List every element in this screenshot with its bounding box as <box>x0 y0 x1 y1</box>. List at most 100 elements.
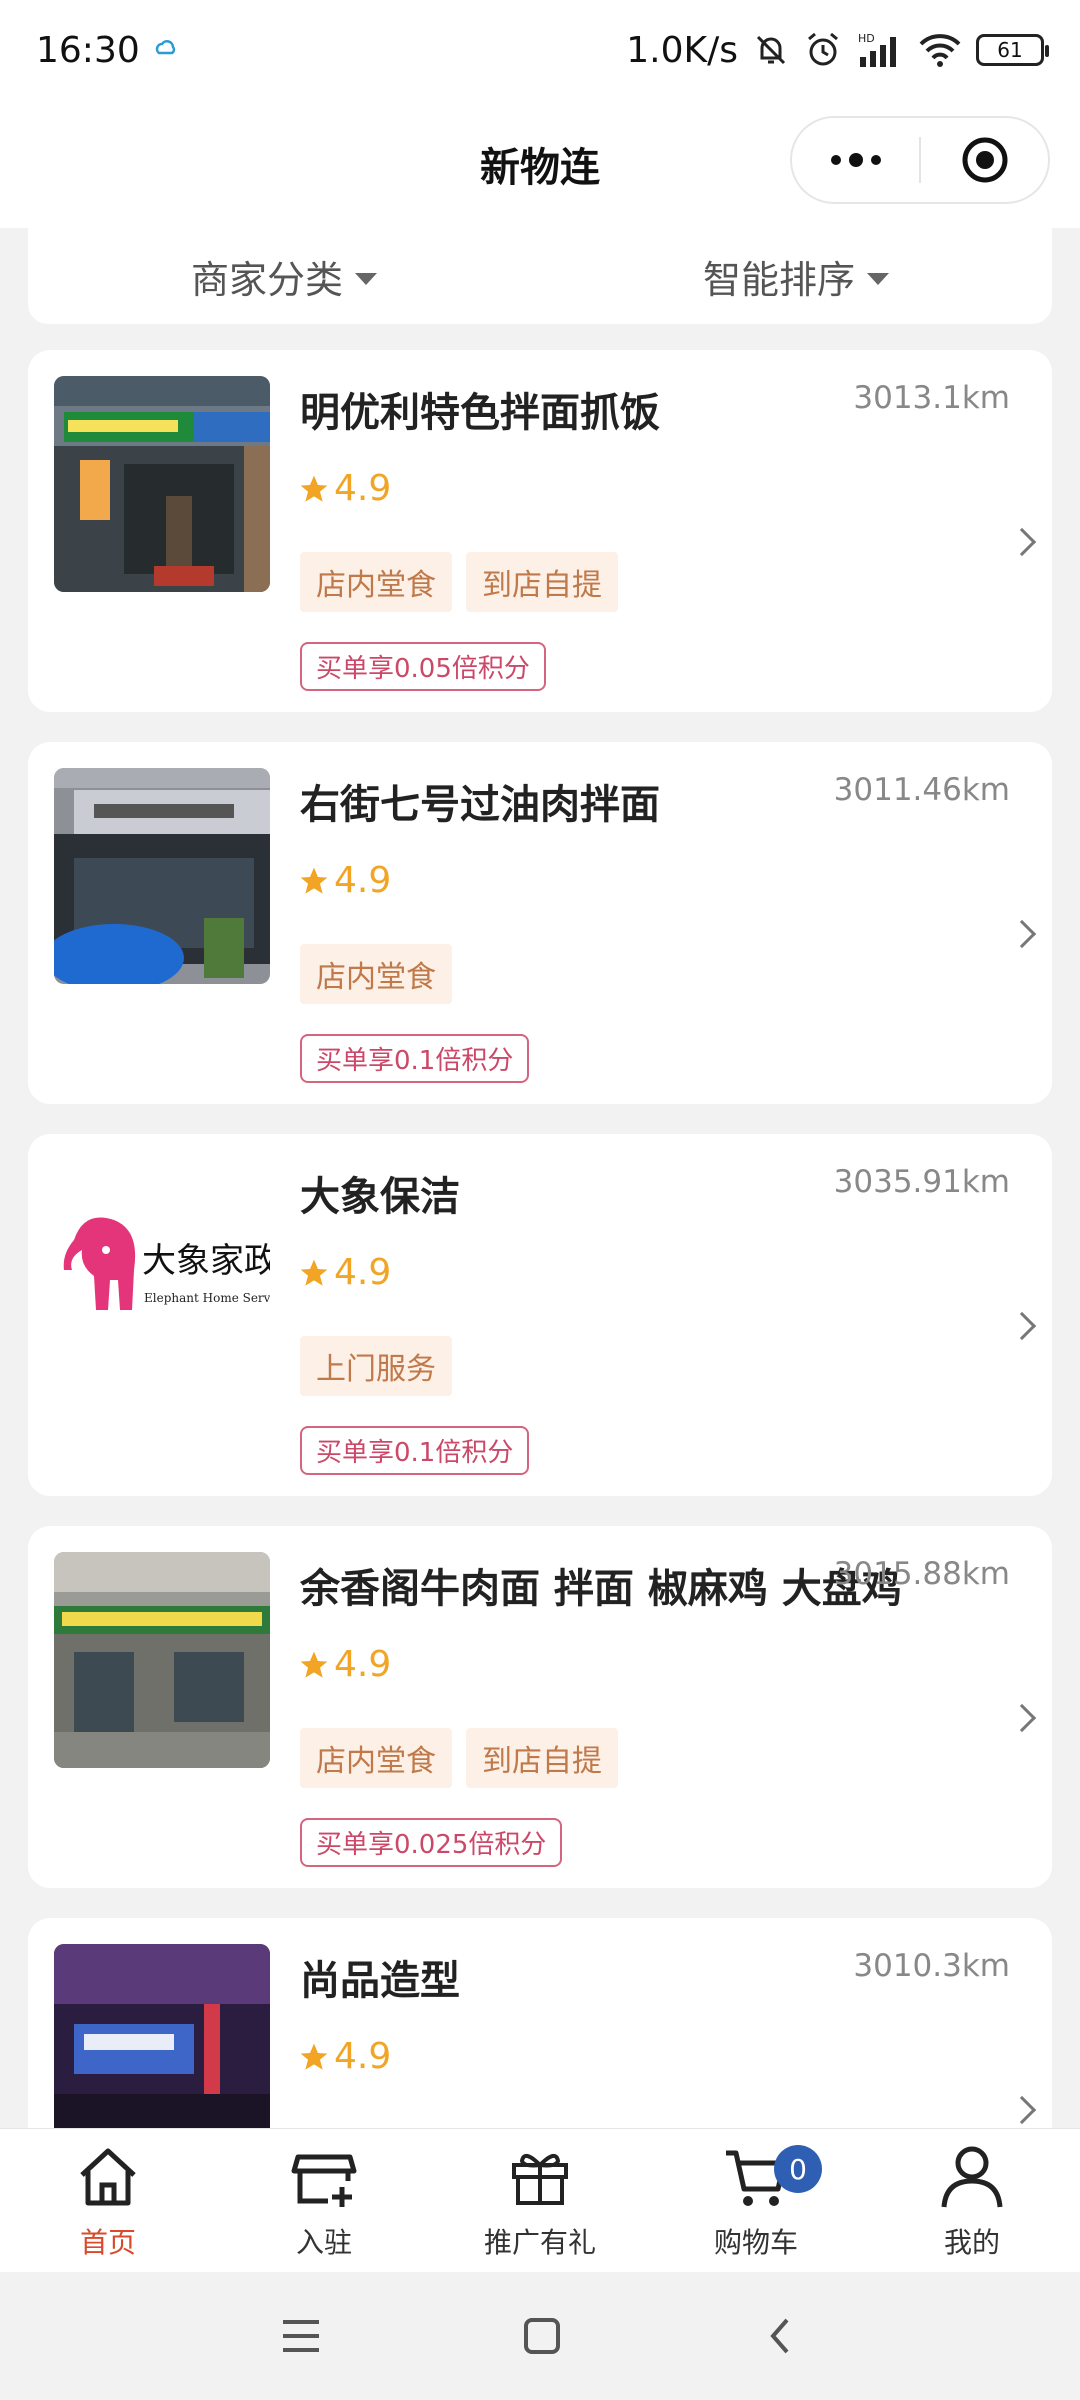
chevron-right-icon <box>1007 527 1037 557</box>
store-distance: 3015.88km <box>833 1556 1010 1592</box>
sort-filter-label: 智能排序 <box>702 257 855 302</box>
chevron-right-icon <box>1007 1703 1037 1733</box>
store-name: 尚品造型 <box>300 1958 460 2004</box>
status-bar: 16:30 1.0K/s HD 61 <box>0 0 1080 100</box>
back-icon[interactable] <box>761 2316 801 2356</box>
menu-icon[interactable] <box>279 2316 323 2356</box>
store-add-icon <box>291 2154 357 2207</box>
status-right: 1.0K/s HD 61 <box>626 29 1049 71</box>
bottom-tab-bar: 首页 入驻 推广有礼 0 购物车 我的 <box>0 2128 1080 2272</box>
battery-level: 61 <box>997 38 1023 62</box>
category-filter[interactable]: 商家分类 <box>28 249 540 304</box>
tab-label: 首页 <box>79 2226 136 2259</box>
chevron-right-icon <box>1007 919 1037 949</box>
store-card[interactable]: 明优利特色拌面抓饭 3013.1km 4.9 店内堂食 到店自提 买单享0.05… <box>28 350 1052 712</box>
home-icon <box>80 2148 136 2206</box>
filter-bar: 商家分类 智能排序 <box>28 228 1052 324</box>
cart-count-badge: 0 <box>774 2145 822 2193</box>
store-rating: 4.9 <box>298 468 391 509</box>
target-close-icon <box>962 137 1007 183</box>
user-icon <box>941 2146 1003 2208</box>
store-tags: 店内堂食 到店自提 <box>300 552 618 612</box>
star-icon <box>300 2043 328 2070</box>
points-promo-badge: 买单享0.05倍积分 <box>300 642 546 691</box>
logo-text: 大象家政 <box>142 1241 270 1281</box>
tab-label: 推广有礼 <box>483 2226 596 2259</box>
points-promo-badge: 买单享0.1倍积分 <box>300 1034 530 1083</box>
tab-label: 入驻 <box>295 2226 352 2259</box>
store-list: 明优利特色拌面抓饭 3013.1km 4.9 店内堂食 到店自提 买单享0.05… <box>28 350 1052 2310</box>
service-tag: 上门服务 <box>300 1336 452 1396</box>
page-title: 新物连 <box>480 145 600 191</box>
store-card[interactable]: 余香阁牛肉面 拌面 椒麻鸡 大盘鸡 3015.88km 4.9 店内堂食 到店自… <box>28 1526 1052 1888</box>
tab-home[interactable]: 首页 <box>0 2129 216 2272</box>
gift-icon <box>512 2153 568 2205</box>
store-thumbnail: 大象家政 Elephant Home Service <box>54 1160 270 1376</box>
tab-label: 我的 <box>943 2226 1000 2259</box>
sort-filter[interactable]: 智能排序 <box>540 249 1052 304</box>
rating-value: 4.9 <box>334 1644 392 1685</box>
store-name: 余香阁牛肉面 拌面 椒麻鸡 大盘鸡 <box>300 1566 902 1612</box>
rating-value: 4.9 <box>334 2036 392 2077</box>
store-tags: 上门服务 <box>300 1336 452 1396</box>
store-card[interactable]: 大象家政 Elephant Home Service 大象保洁 3035.91k… <box>28 1134 1052 1496</box>
tab-referral[interactable]: 推广有礼 <box>432 2129 648 2272</box>
nav-bar: 新物连 <box>0 100 1080 228</box>
service-tag: 到店自提 <box>466 1728 618 1788</box>
close-miniprogram-button[interactable] <box>921 118 1048 202</box>
bell-muted-icon <box>756 35 786 65</box>
points-promo-badge: 买单享0.1倍积分 <box>300 1426 530 1475</box>
store-name: 右街七号过油肉拌面 <box>300 782 660 828</box>
hd-label: HD <box>858 32 875 45</box>
storefront-photo-icon <box>54 768 270 984</box>
battery-icon: 61 <box>976 34 1049 66</box>
category-filter-label: 商家分类 <box>190 257 343 302</box>
home-button-icon[interactable] <box>522 2316 562 2356</box>
store-thumbnail <box>54 768 270 984</box>
service-tag: 店内堂食 <box>300 1728 452 1788</box>
store-distance: 3010.3km <box>853 1948 1010 1984</box>
wifi-icon <box>919 34 961 67</box>
service-tag: 到店自提 <box>466 552 618 612</box>
store-rating: 4.9 <box>298 2036 391 2077</box>
more-button[interactable] <box>792 118 919 202</box>
cloud-sync-icon <box>155 40 175 55</box>
star-icon <box>300 1651 328 1678</box>
rating-value: 4.9 <box>334 468 392 509</box>
points-promo-badge: 买单享0.025倍积分 <box>300 1818 563 1867</box>
system-nav-bar <box>0 2272 1080 2400</box>
star-icon <box>300 867 328 894</box>
dropdown-arrow-icon <box>355 273 377 285</box>
chevron-right-icon <box>1007 2095 1037 2125</box>
tab-profile[interactable]: 我的 <box>864 2129 1080 2272</box>
star-icon <box>300 475 328 502</box>
cellular-signal-icon: HD <box>858 32 896 67</box>
tab-join[interactable]: 入驻 <box>216 2129 432 2272</box>
rating-value: 4.9 <box>334 860 392 901</box>
logo-subtext: Elephant Home Service <box>144 1291 270 1305</box>
clock: 16:30 <box>36 29 140 71</box>
storefront-photo-icon <box>54 1552 270 1768</box>
elephant-logo-icon: 大象家政 Elephant Home Service <box>54 1160 270 1376</box>
store-rating: 4.9 <box>298 1252 391 1293</box>
store-tags: 店内堂食 <box>300 944 452 1004</box>
rating-value: 4.9 <box>334 1252 392 1293</box>
service-tag: 店内堂食 <box>300 944 452 1004</box>
store-card[interactable]: 右街七号过油肉拌面 3011.46km 4.9 店内堂食 买单享0.1倍积分 <box>28 742 1052 1104</box>
chevron-right-icon <box>1007 1311 1037 1341</box>
star-icon <box>300 1259 328 1286</box>
alarm-icon <box>808 32 838 66</box>
tab-cart[interactable]: 0 购物车 <box>648 2129 864 2272</box>
store-name: 明优利特色拌面抓饭 <box>300 390 660 436</box>
store-name: 大象保洁 <box>300 1174 460 1220</box>
store-thumbnail <box>54 1552 270 1768</box>
net-speed: 1.0K/s <box>626 29 738 71</box>
store-distance: 3011.46km <box>833 772 1010 808</box>
service-tag: 店内堂食 <box>300 552 452 612</box>
store-tags: 店内堂食 到店自提 <box>300 1728 618 1788</box>
more-dots-icon <box>830 153 881 167</box>
dropdown-arrow-icon <box>867 273 889 285</box>
store-distance: 3013.1km <box>853 380 1010 416</box>
store-rating: 4.9 <box>298 1644 391 1685</box>
status-left: 16:30 <box>36 30 178 71</box>
